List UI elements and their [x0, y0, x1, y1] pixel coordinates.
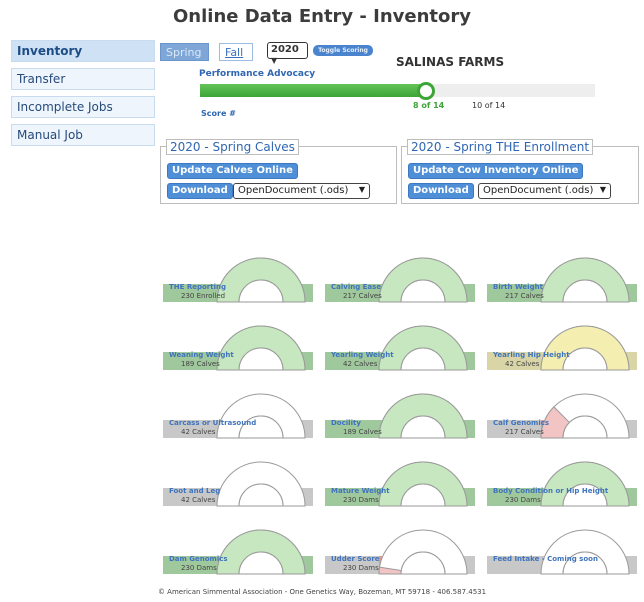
- gauge-label: Yearling Weight: [331, 351, 394, 359]
- gauge-card: Yearling Hip Height 42 Calves: [487, 314, 637, 372]
- gauge-card: Dam Genomics 230 Dams: [163, 518, 313, 576]
- gauge-count: 217 Calves: [505, 292, 544, 300]
- gauge-card: Carcass or Ultrasound 42 Calves: [163, 382, 313, 440]
- gauge-label: Mature Weight: [331, 487, 390, 495]
- page-title: Online Data Entry - Inventory: [172, 6, 472, 27]
- gauge-card: Calving Ease 217 Calves: [325, 246, 475, 304]
- gauge-count: 189 Calves: [181, 360, 220, 368]
- footer: © American Simmental Association - One G…: [157, 588, 487, 596]
- score-target: 10 of 14: [472, 101, 506, 110]
- chevron-down-icon: ▼: [358, 185, 365, 194]
- update-cow-inventory-button[interactable]: Update Cow Inventory Online: [408, 163, 584, 179]
- chevron-down-icon: ▼: [599, 185, 606, 194]
- gauge-label: THE Reporting: [169, 283, 227, 291]
- chevron-down-icon: ▼: [271, 56, 278, 65]
- download-enrollment-button[interactable]: Download: [408, 183, 474, 199]
- gauge-card: Body Condition or Hip Height 230 Dams: [487, 450, 637, 508]
- tab-spring[interactable]: Spring: [160, 43, 209, 61]
- enrollment-panel-title: 2020 - Spring THE Enrollment: [407, 139, 594, 155]
- calves-format-select[interactable]: OpenDocument (.ods) ▼: [233, 183, 370, 199]
- gauge-label: Calving Ease: [331, 283, 382, 291]
- enrollment-format-value: OpenDocument (.ods): [483, 185, 594, 196]
- gauge-count: 42 Calves: [181, 428, 216, 436]
- gauge-card: Mature Weight 230 Dams: [325, 450, 475, 508]
- calves-panel-title: 2020 - Spring Calves: [166, 139, 299, 155]
- gauge-card: Foot and Leg 42 Calves: [163, 450, 313, 508]
- performance-progress-bar: [200, 82, 595, 100]
- enrollment-format-select[interactable]: OpenDocument (.ods) ▼: [478, 183, 611, 199]
- gauge-count: 42 Calves: [505, 360, 540, 368]
- gauge-card: Birth Weight 217 Calves: [487, 246, 637, 304]
- year-select[interactable]: 2020 ▼: [267, 42, 308, 65]
- gauge-label: Yearling Hip Height: [493, 351, 570, 359]
- sidebar: Inventory Transfer Incomplete Jobs Manua…: [11, 40, 155, 152]
- performance-progress-knob: [416, 82, 435, 100]
- gauge-label: Feed Intake - Coming soon: [493, 555, 598, 563]
- gauge-label: Weaning Weight: [169, 351, 234, 359]
- gauge-label: Foot and Leg: [169, 487, 221, 495]
- gauge-dial: [487, 529, 637, 575]
- gauge-count: 217 Calves: [343, 292, 382, 300]
- gauge-label: Body Condition or Hip Height: [493, 487, 609, 495]
- gauge-count: 42 Calves: [343, 360, 378, 368]
- performance-progress-fill: [200, 84, 426, 97]
- gauge-count: 230 Dams: [343, 496, 379, 504]
- enrollment-panel: 2020 - Spring THE Enrollment Update Cow …: [401, 139, 639, 204]
- gauge-card: THE Reporting 230 Enrolled: [163, 246, 313, 304]
- year-value: 2020: [271, 44, 299, 55]
- toggle-scoring-button[interactable]: Toggle Scoring: [313, 45, 373, 56]
- gauge-count: 230 Dams: [343, 564, 379, 572]
- gauge-label: Docility: [331, 419, 361, 427]
- gauge-count: 230 Enrolled: [181, 292, 226, 300]
- gauge-card: Yearling Weight 42 Calves: [325, 314, 475, 372]
- gauge-count: 42 Calves: [181, 496, 216, 504]
- gauge-count: 217 Calves: [505, 428, 544, 436]
- farm-name: SALINAS FARMS: [396, 55, 505, 69]
- download-calves-button[interactable]: Download: [167, 183, 233, 199]
- gauge-count: 230 Dams: [505, 496, 541, 504]
- calves-format-value: OpenDocument (.ods): [238, 185, 349, 196]
- update-calves-button[interactable]: Update Calves Online: [167, 163, 298, 179]
- score-current: 8 of 14: [413, 101, 445, 110]
- sidebar-item-incomplete-jobs[interactable]: Incomplete Jobs: [11, 96, 155, 118]
- performance-label: Performance Advocacy: [199, 69, 316, 79]
- gauge-label: Dam Genomics: [169, 555, 228, 563]
- gauge-label: Carcass or Ultrasound: [169, 419, 257, 427]
- sidebar-item-manual-job[interactable]: Manual Job: [11, 124, 155, 146]
- gauge-label: Udder Score: [331, 555, 380, 563]
- gauge-label: Birth Weight: [493, 283, 543, 291]
- gauge-card: Weaning Weight 189 Calves: [163, 314, 313, 372]
- gauge-count: 230 Dams: [181, 564, 217, 572]
- gauge-label: Calf Genomics: [493, 419, 550, 427]
- tab-fall[interactable]: Fall: [219, 43, 253, 61]
- gauge-card: Docility 189 Calves: [325, 382, 475, 440]
- sidebar-item-transfer[interactable]: Transfer: [11, 68, 155, 90]
- sidebar-item-inventory[interactable]: Inventory: [11, 40, 155, 62]
- score-label: Score #: [201, 109, 236, 118]
- gauge-card: Udder Score 230 Dams: [325, 518, 475, 576]
- gauge-card: Calf Genomics 217 Calves: [487, 382, 637, 440]
- calves-panel: 2020 - Spring Calves Update Calves Onlin…: [160, 139, 397, 204]
- gauge-card: Feed Intake - Coming soon: [487, 518, 637, 576]
- gauge-count: 189 Calves: [343, 428, 382, 436]
